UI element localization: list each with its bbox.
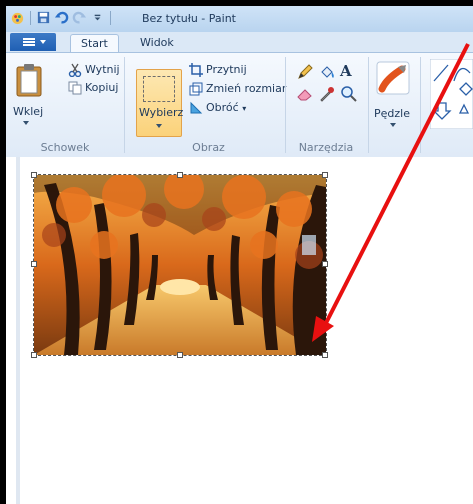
screenshot-frame: Bez tytułu - Paint Start Widok Wklej Wyt… xyxy=(0,0,473,504)
annotation-arrow xyxy=(312,43,470,342)
